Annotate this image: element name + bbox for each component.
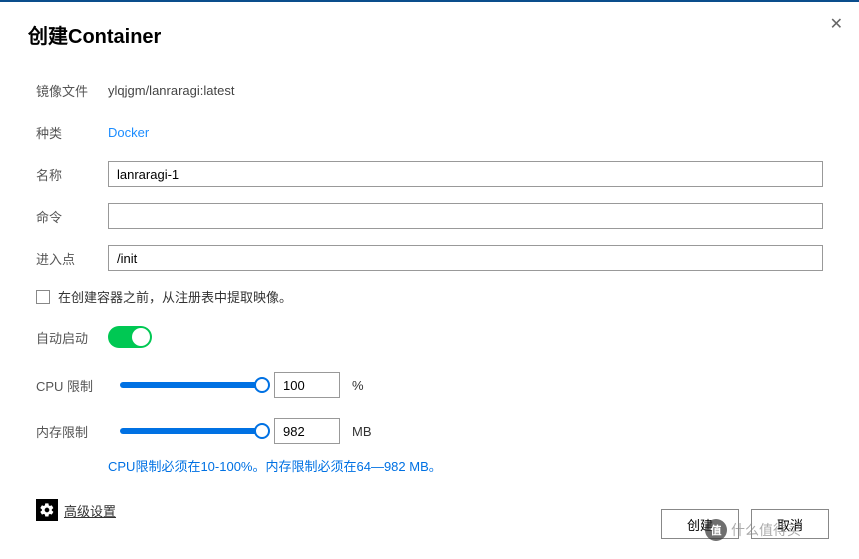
command-row: 命令 [36, 203, 823, 229]
cpu-slider[interactable] [120, 382, 262, 388]
mem-limit-row: 内存限制 MB [36, 418, 823, 444]
type-link[interactable]: Docker [108, 125, 149, 140]
image-label: 镜像文件 [36, 81, 108, 100]
limit-hint: CPU限制必须在10-100%。内存限制必须在64—982 MB。 [108, 456, 823, 475]
cancel-button[interactable]: 取消 [751, 509, 829, 539]
pull-checkbox[interactable] [36, 290, 50, 304]
cpu-limit-row: CPU 限制 % [36, 372, 823, 398]
gear-icon [36, 499, 58, 521]
name-row: 名称 [36, 161, 823, 187]
mem-unit: MB [352, 424, 372, 439]
pull-checkbox-label: 在创建容器之前，从注册表中提取映像。 [58, 287, 292, 306]
type-row: 种类 Docker [36, 119, 823, 145]
dialog-title: 创建Container [0, 2, 859, 77]
command-label: 命令 [36, 207, 108, 226]
cpu-input[interactable] [274, 372, 340, 398]
mem-input[interactable] [274, 418, 340, 444]
close-icon[interactable]: ✕ [830, 14, 843, 34]
dialog-footer: 创建 取消 [661, 509, 829, 539]
entrypoint-row: 进入点 [36, 245, 823, 271]
autostart-toggle[interactable] [108, 326, 152, 348]
autostart-row: 自动启动 [36, 324, 823, 350]
image-row: 镜像文件 ylqjgm/lanraragi:latest [36, 77, 823, 103]
cpu-limit-label: CPU 限制 [36, 376, 108, 395]
mem-slider[interactable] [120, 428, 262, 434]
entrypoint-input[interactable] [108, 245, 823, 271]
toggle-knob [132, 328, 150, 346]
create-button[interactable]: 创建 [661, 509, 739, 539]
entrypoint-label: 进入点 [36, 249, 108, 268]
name-label: 名称 [36, 165, 108, 184]
advanced-settings-link[interactable]: 高级设置 [64, 501, 116, 520]
mem-limit-label: 内存限制 [36, 422, 108, 441]
cpu-unit: % [352, 378, 364, 393]
form-body: 镜像文件 ylqjgm/lanraragi:latest 种类 Docker 名… [0, 77, 859, 521]
autostart-label: 自动启动 [36, 328, 108, 347]
image-value: ylqjgm/lanraragi:latest [108, 83, 234, 98]
pull-checkbox-row: 在创建容器之前，从注册表中提取映像。 [36, 287, 823, 306]
name-input[interactable] [108, 161, 823, 187]
create-container-dialog: ✕ 创建Container 镜像文件 ylqjgm/lanraragi:late… [0, 0, 859, 559]
cpu-slider-thumb[interactable] [254, 377, 270, 393]
command-input[interactable] [108, 203, 823, 229]
mem-slider-thumb[interactable] [254, 423, 270, 439]
type-label: 种类 [36, 123, 108, 142]
